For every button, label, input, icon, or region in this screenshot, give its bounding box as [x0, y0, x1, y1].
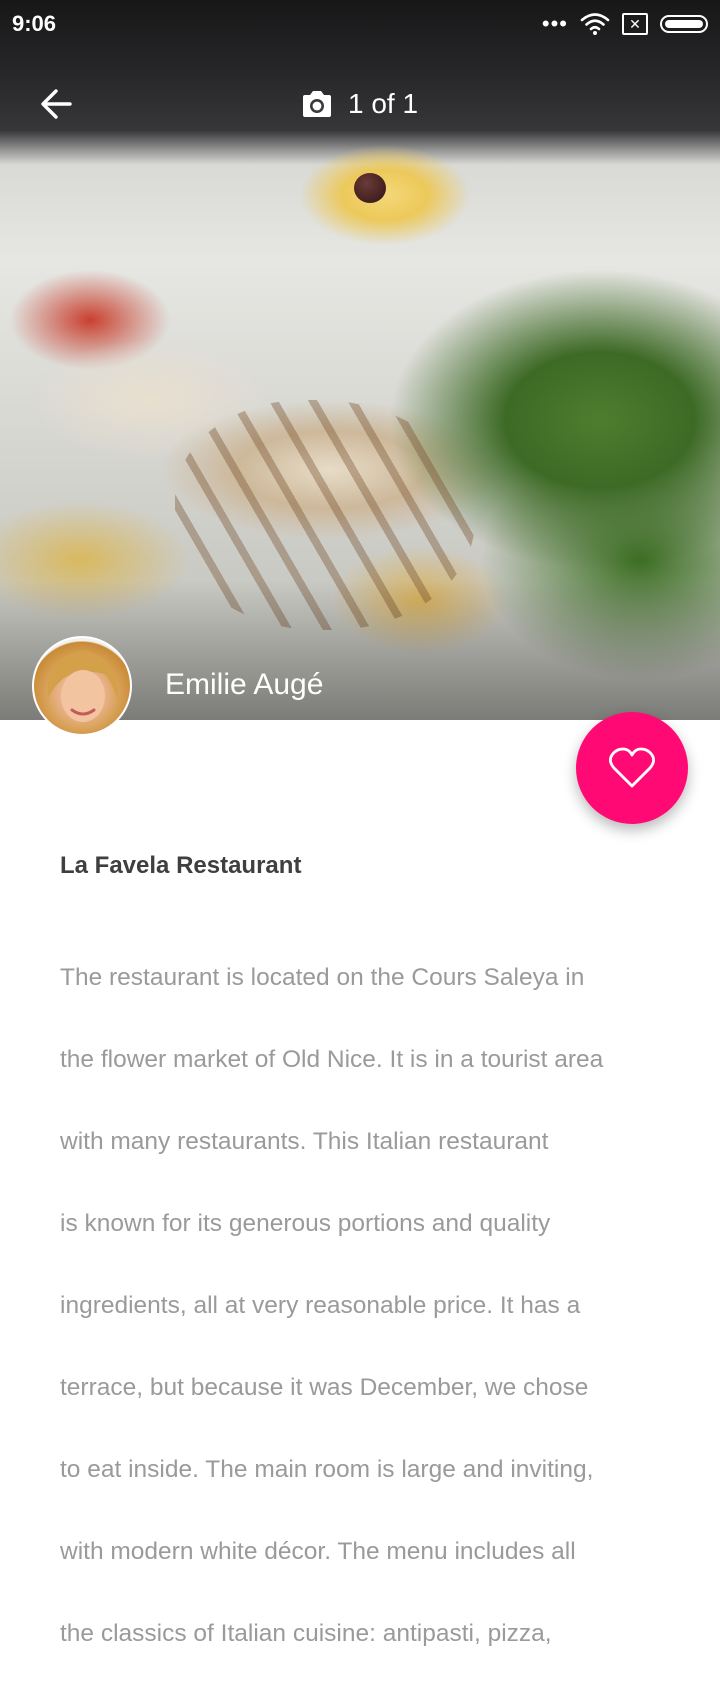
- description-line: is known for its generous portions and q…: [60, 1210, 551, 1237]
- status-bar: 9:06 ••• ✕: [0, 0, 720, 48]
- restaurant-title: La Favela Restaurant: [60, 852, 302, 879]
- author-name[interactable]: Emilie Augé: [165, 668, 323, 702]
- description-line: The restaurant is located on the Cours S…: [60, 964, 585, 991]
- description-line: terrace, but because it was December, we…: [60, 1374, 589, 1401]
- wifi-icon: [580, 13, 610, 35]
- author-avatar[interactable]: [32, 636, 132, 736]
- sim-x-icon: ✕: [622, 13, 648, 35]
- favorite-button[interactable]: [576, 712, 688, 824]
- back-button[interactable]: [28, 80, 84, 128]
- description-line: with many restaurants. This Italian rest…: [60, 1128, 549, 1155]
- status-icons: ••• ✕: [542, 10, 708, 38]
- photo-counter-text: 1 of 1: [348, 88, 419, 119]
- dots-icon: •••: [541, 11, 568, 36]
- heart-outline-icon: [609, 747, 655, 788]
- description-line: ingredients, all at very reasonable pric…: [60, 1292, 581, 1319]
- arrow-left-icon: [41, 89, 72, 119]
- camera-icon: [303, 91, 331, 117]
- battery-icon: [660, 15, 708, 33]
- olive-shape: [354, 173, 386, 203]
- description-line: the classics of Italian cuisine: antipas…: [60, 1620, 552, 1647]
- photo-counter: 1 of 1: [300, 84, 418, 124]
- description-line: with modern white décor. The menu includ…: [60, 1538, 576, 1565]
- avatar-face: [47, 650, 119, 722]
- status-time: 9:06: [12, 11, 57, 36]
- restaurant-description: The restaurant is located on the Cours S…: [60, 916, 660, 1695]
- description-line: the flower market of Old Nice. It is in …: [60, 1046, 604, 1073]
- description-line: to eat inside. The main room is large an…: [60, 1456, 594, 1483]
